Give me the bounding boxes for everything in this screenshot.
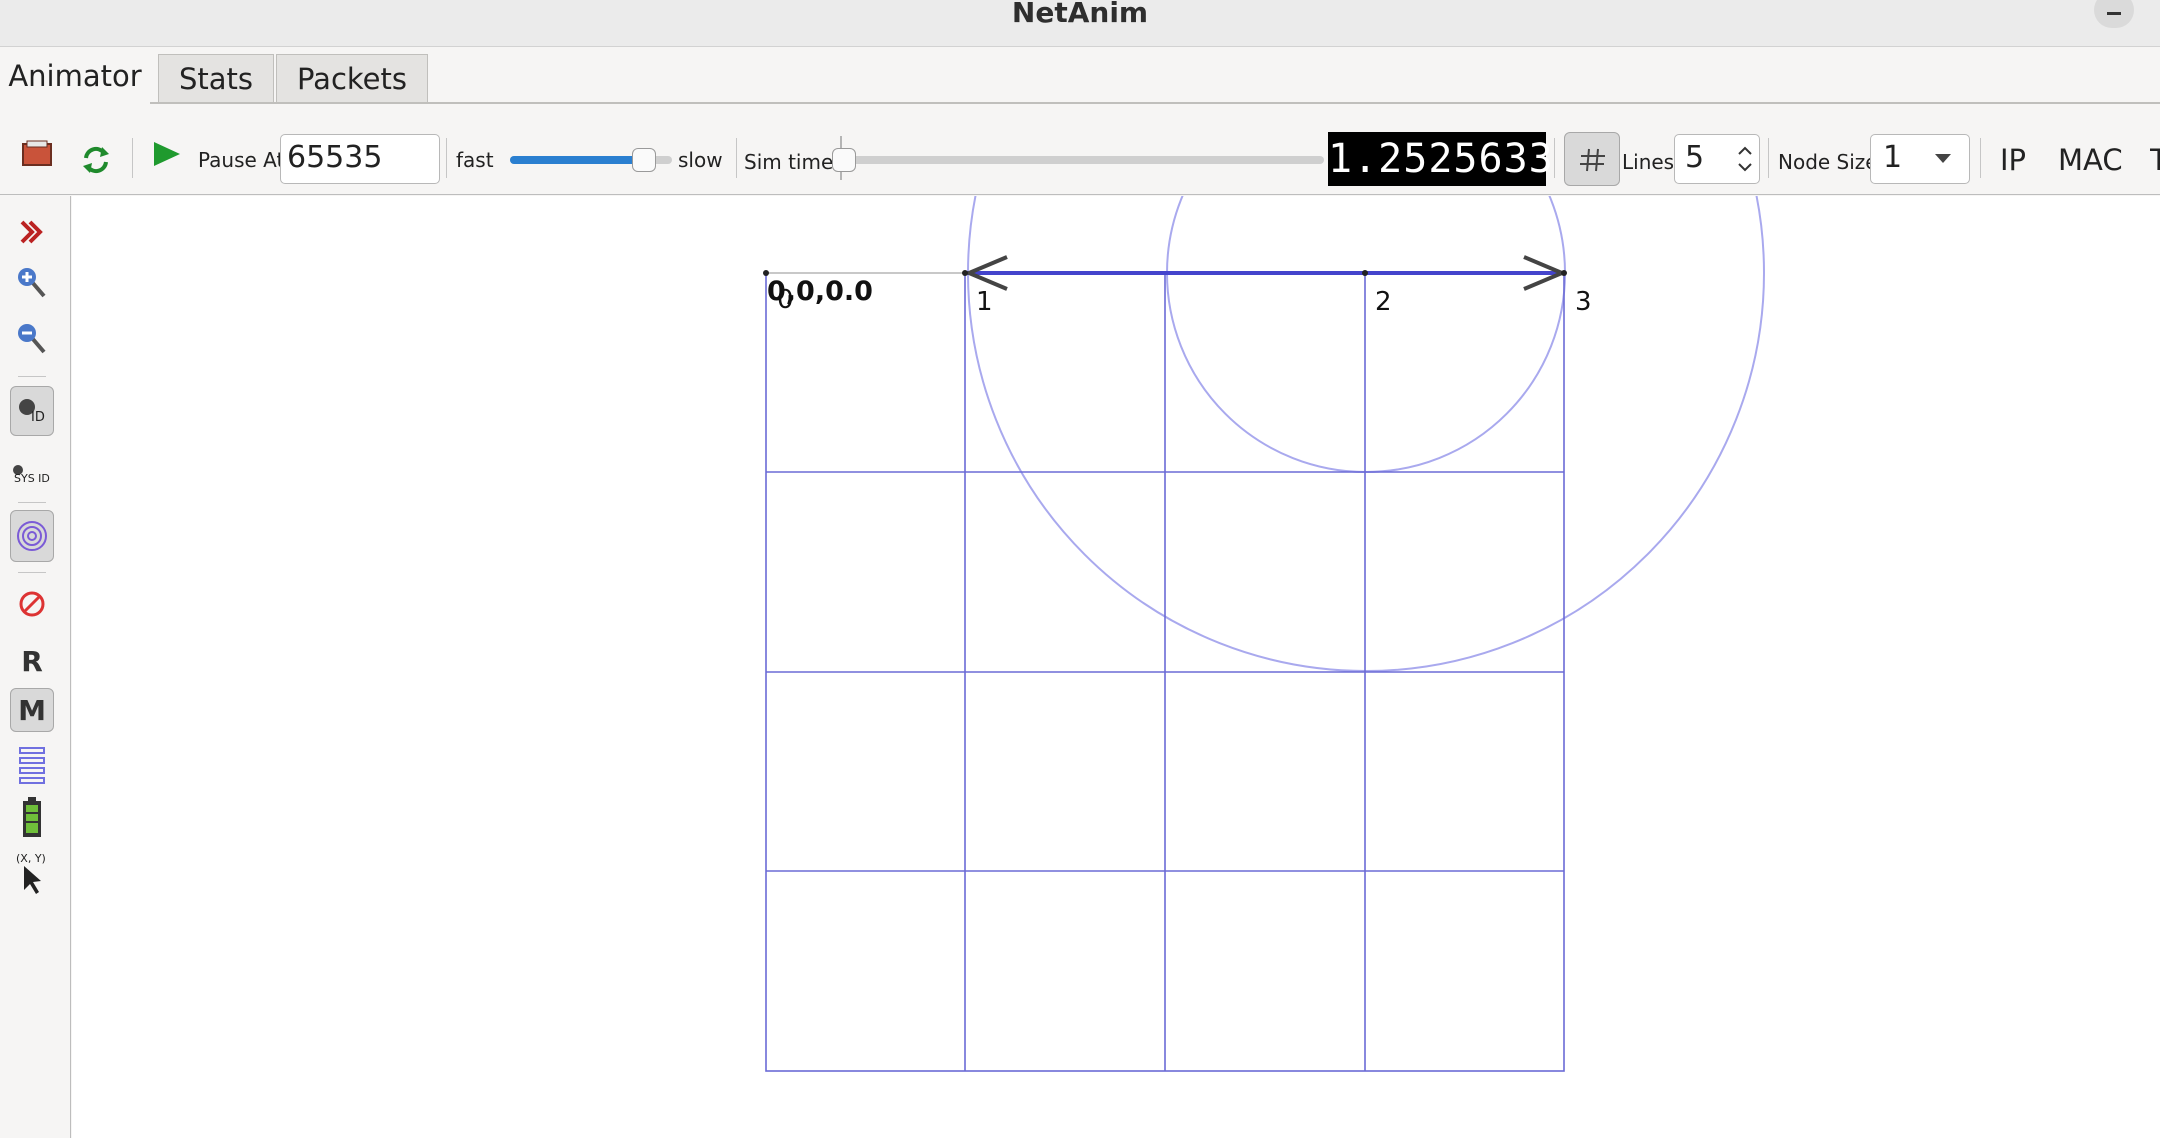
expand-chevron-icon[interactable] xyxy=(10,210,54,254)
main-toolbar: Pause At 65535 fast slow Sim time 1.2525… xyxy=(0,104,2160,195)
sim-time-slider-handle[interactable] xyxy=(832,148,856,172)
speed-slider-handle[interactable] xyxy=(632,148,657,172)
range-circle-large xyxy=(967,196,1765,672)
speed-slider-fill xyxy=(510,156,645,164)
sys-id-icon: SYS ID xyxy=(13,465,50,485)
node-size-label: Node Size xyxy=(1778,150,1878,174)
node-3[interactable] xyxy=(1561,270,1567,276)
sim-time-lcd: 1.2525633 xyxy=(1328,132,1553,186)
lines-spinbox-arrows-icon[interactable] xyxy=(1734,138,1756,180)
left-toolbar: ID SYS ID R M (X, Y) xyxy=(0,196,71,1138)
node-size-select[interactable]: 1 xyxy=(1870,134,1970,184)
node-2-label: 2 xyxy=(1375,287,1392,317)
reload-icon[interactable] xyxy=(80,144,112,176)
show-wireless-circles-toggle[interactable] xyxy=(10,510,54,562)
show-node-id-toggle[interactable]: ID xyxy=(10,386,54,436)
reset-r-button[interactable]: R xyxy=(10,640,54,684)
zoom-out-icon[interactable] xyxy=(10,316,54,360)
mobility-m-button[interactable]: M xyxy=(10,688,54,732)
svg-text:SYS ID: SYS ID xyxy=(14,472,50,485)
network-scene: 0 0,0,0.0 1 2 3 xyxy=(763,196,1765,1072)
node-2[interactable] xyxy=(1362,270,1368,276)
grid-toggle-button[interactable] xyxy=(1564,132,1620,186)
mouse-position-icon[interactable]: (X, Y) xyxy=(10,850,54,896)
pause-at-input[interactable]: 65535 xyxy=(280,134,440,184)
more-toolbar-button[interactable]: T xyxy=(2150,140,2160,180)
wireless-circles-icon xyxy=(17,521,47,551)
speed-slow-label: slow xyxy=(678,148,723,172)
minimize-icon xyxy=(2107,12,2121,15)
svg-text:(X, Y): (X, Y) xyxy=(16,852,46,865)
animator-canvas[interactable]: 0 0,0,0.0 1 2 3 xyxy=(72,196,2160,1138)
battery-icon[interactable] xyxy=(10,796,54,840)
play-icon[interactable] xyxy=(152,140,182,170)
tab-packets[interactable]: Packets xyxy=(276,54,428,102)
tab-animator[interactable]: Animator xyxy=(0,52,150,104)
range-circle-small xyxy=(1166,196,1566,473)
origin-coordinate-label: 0,0,0.0 xyxy=(767,276,873,307)
node-1[interactable] xyxy=(962,270,968,276)
window-title: NetAnim xyxy=(1011,0,1149,29)
zoom-in-icon[interactable] xyxy=(10,260,54,304)
sim-time-slider[interactable] xyxy=(832,156,1324,164)
chevron-down-icon xyxy=(1934,150,1952,164)
tab-stats[interactable]: Stats xyxy=(158,54,274,102)
stop-icon[interactable] xyxy=(10,582,54,626)
speed-fast-label: fast xyxy=(456,148,494,172)
grid xyxy=(765,272,1565,1072)
packet-list-icon[interactable] xyxy=(10,742,54,786)
svg-text:ID: ID xyxy=(31,410,45,425)
pause-at-label: Pause At xyxy=(198,148,285,172)
node-id-icon: ID xyxy=(19,399,45,425)
open-file-icon[interactable] xyxy=(22,140,52,166)
mac-button[interactable]: MAC xyxy=(2058,140,2123,180)
grid-icon xyxy=(1580,148,1605,172)
node-1-label: 1 xyxy=(976,287,993,317)
lines-label: Lines xyxy=(1622,150,1675,174)
title-bar: NetAnim xyxy=(0,0,2160,47)
tab-bar: Animator Stats Packets xyxy=(0,50,2160,104)
node-3-label: 3 xyxy=(1575,287,1592,317)
ip-button[interactable]: IP xyxy=(2000,140,2026,180)
sim-time-label: Sim time xyxy=(744,150,834,174)
show-sys-id-toggle[interactable]: SYS ID xyxy=(10,452,54,496)
